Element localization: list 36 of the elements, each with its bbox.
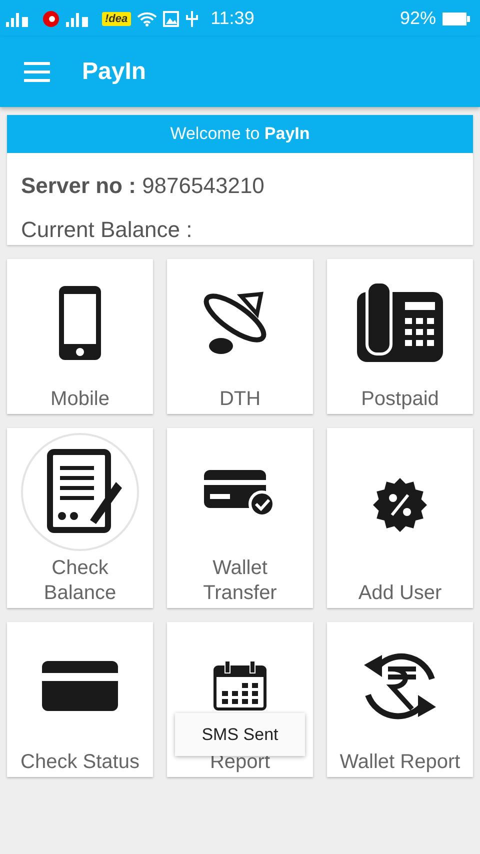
status-time: 11:39	[210, 8, 254, 29]
calendar-icon	[213, 661, 267, 711]
menu-tile[interactable]: Postpaid	[327, 259, 473, 414]
tile-label: Check Status	[20, 750, 140, 775]
tile-label: Check Balance	[42, 556, 118, 606]
menu-tile[interactable]: Add User	[327, 428, 473, 608]
carrier-badge: !dea	[102, 12, 131, 26]
menu-tile[interactable]: Check Balance	[7, 428, 153, 608]
credit-card-icon	[42, 661, 118, 711]
app-title: PayIn	[82, 58, 146, 86]
tile-label: DTH	[219, 387, 261, 412]
battery-icon	[442, 12, 470, 26]
server-number: Server no : 9876543210	[20, 173, 266, 199]
tile-label: Add User	[358, 581, 442, 606]
menu-tile[interactable]: DTH	[167, 259, 313, 414]
menu-tile[interactable]: Check Status	[7, 622, 153, 777]
tile-label: Wallet Report	[340, 750, 460, 775]
welcome-text: Welcome to PayIn	[170, 124, 310, 144]
tile-label: Postpaid	[361, 387, 439, 412]
menu-tile[interactable]: Mobile	[7, 259, 153, 414]
signed-document-icon	[20, 432, 140, 552]
mobile-phone-icon	[57, 284, 103, 362]
desk-phone-icon	[355, 282, 445, 364]
wifi-icon	[136, 10, 157, 26]
toast-message: SMS Sent	[175, 713, 305, 756]
usb-icon	[184, 10, 199, 28]
menu-tile[interactable]: Wallet Transfer	[167, 428, 313, 608]
image-icon	[162, 10, 179, 26]
percent-badge-icon	[372, 476, 428, 532]
menu-tile[interactable]: Wallet Report	[327, 622, 473, 777]
balance-label: Current Balance :	[20, 217, 194, 243]
battery-percent: 92%	[400, 8, 436, 29]
carrier-logo-icon	[42, 10, 60, 28]
tile-label: Wallet Transfer	[202, 556, 278, 606]
menu-icon[interactable]	[24, 62, 50, 82]
tile-label: Mobile	[50, 387, 110, 412]
